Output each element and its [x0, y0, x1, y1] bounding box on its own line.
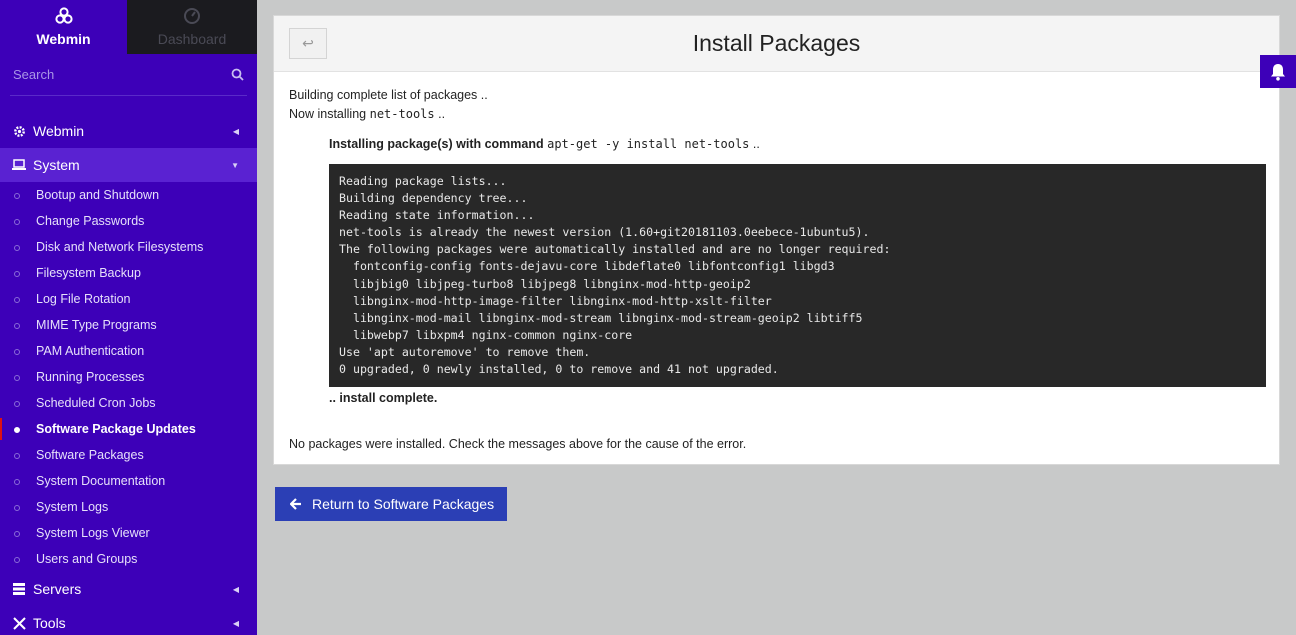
category-system-label: System: [33, 157, 80, 173]
command-line: Installing package(s) with command apt-g…: [329, 135, 1264, 154]
sidebar-tabs: Webmin Dashboard: [0, 0, 257, 54]
sidebar-item-software-package-updates[interactable]: Software Package Updates: [0, 416, 257, 442]
return-to-software-packages-button[interactable]: Return to Software Packages: [275, 487, 507, 521]
notifications-button[interactable]: [1260, 55, 1296, 88]
caret-left-icon: ◀: [232, 584, 239, 594]
sidebar: Webmin Dashboard Search Webmin ◀ System …: [0, 0, 257, 635]
category-servers-label: Servers: [33, 581, 82, 597]
package-name: net-tools: [369, 107, 435, 121]
sidebar-item-pam-authentication[interactable]: PAM Authentication: [0, 338, 257, 364]
sidebar-item-system-logs-viewer[interactable]: System Logs Viewer: [0, 520, 257, 546]
caret-left-icon: ◀: [232, 618, 239, 628]
page-title: Install Packages: [692, 30, 861, 56]
sidebar-item-log-file-rotation[interactable]: Log File Rotation: [0, 286, 257, 312]
sidebar-item-system-documentation[interactable]: System Documentation: [0, 468, 257, 494]
caret-down-icon: ▼: [231, 160, 239, 170]
sidebar-item-users-and-groups[interactable]: Users and Groups: [0, 546, 257, 572]
terminal-output: Reading package lists... Building depend…: [329, 164, 1266, 388]
gear-icon: [12, 124, 26, 138]
back-button[interactable]: ↩: [289, 28, 327, 59]
command-text: apt-get -y install net-tools: [547, 137, 750, 151]
status-building-list: Building complete list of packages ..: [289, 88, 488, 102]
tab-webmin-label: Webmin: [36, 31, 91, 47]
sidebar-item-mime-type-programs[interactable]: MIME Type Programs: [0, 312, 257, 338]
install-packages-panel: ↩ Install Packages Building complete lis…: [273, 15, 1280, 465]
sidebar-item-change-passwords[interactable]: Change Passwords: [0, 208, 257, 234]
category-system[interactable]: System ▼: [0, 148, 257, 182]
result-message: No packages were installed. Check the me…: [289, 437, 747, 452]
laptop-icon: [12, 158, 26, 172]
command-label: Installing package(s) with command: [329, 137, 548, 151]
category-tools-label: Tools: [33, 615, 66, 631]
install-complete-text: .. install complete.: [329, 391, 438, 406]
search-input[interactable]: Search: [13, 67, 54, 82]
server-icon: [12, 582, 26, 596]
status-installing: Now installing net-tools ..: [289, 105, 1264, 124]
category-tools[interactable]: Tools ◀: [0, 606, 257, 635]
bell-icon: [1271, 63, 1285, 81]
tab-dashboard[interactable]: Dashboard: [127, 0, 257, 54]
sidebar-item-scheduled-cron-jobs[interactable]: Scheduled Cron Jobs: [0, 390, 257, 416]
system-submenu: Bootup and Shutdown Change Passwords Dis…: [0, 182, 257, 572]
category-servers[interactable]: Servers ◀: [0, 572, 257, 606]
return-arrow-icon: ↩: [302, 35, 314, 51]
tab-dashboard-label: Dashboard: [157, 31, 227, 47]
caret-left-icon: ◀: [232, 126, 239, 136]
sidebar-item-bootup-and-shutdown[interactable]: Bootup and Shutdown: [0, 182, 257, 208]
panel-header: ↩ Install Packages: [274, 16, 1279, 72]
sidebar-item-system-logs[interactable]: System Logs: [0, 494, 257, 520]
command-suffix: ..: [749, 137, 760, 151]
tab-webmin[interactable]: Webmin: [0, 0, 127, 54]
status-installing-suffix: ..: [434, 107, 446, 121]
arrow-left-icon: [290, 498, 301, 510]
sidebar-item-running-processes[interactable]: Running Processes: [0, 364, 257, 390]
status-installing-prefix: Now installing: [289, 107, 370, 121]
category-webmin-label: Webmin: [33, 123, 85, 139]
sidebar-item-software-packages[interactable]: Software Packages: [0, 442, 257, 468]
return-button-label: Return to Software Packages: [312, 496, 495, 512]
panel-body: Building complete list of packages .. No…: [274, 72, 1279, 468]
webmin-logo-icon: [54, 7, 73, 24]
dashboard-gauge-icon: [184, 8, 200, 24]
sidebar-search[interactable]: Search: [10, 54, 247, 96]
tools-icon: [12, 616, 26, 630]
sidebar-item-disk-and-network-filesystems[interactable]: Disk and Network Filesystems: [0, 234, 257, 260]
search-icon[interactable]: [231, 68, 244, 81]
install-output-block: Installing package(s) with command apt-g…: [329, 135, 1266, 408]
category-webmin[interactable]: Webmin ◀: [0, 114, 257, 148]
sidebar-item-filesystem-backup[interactable]: Filesystem Backup: [0, 260, 257, 286]
